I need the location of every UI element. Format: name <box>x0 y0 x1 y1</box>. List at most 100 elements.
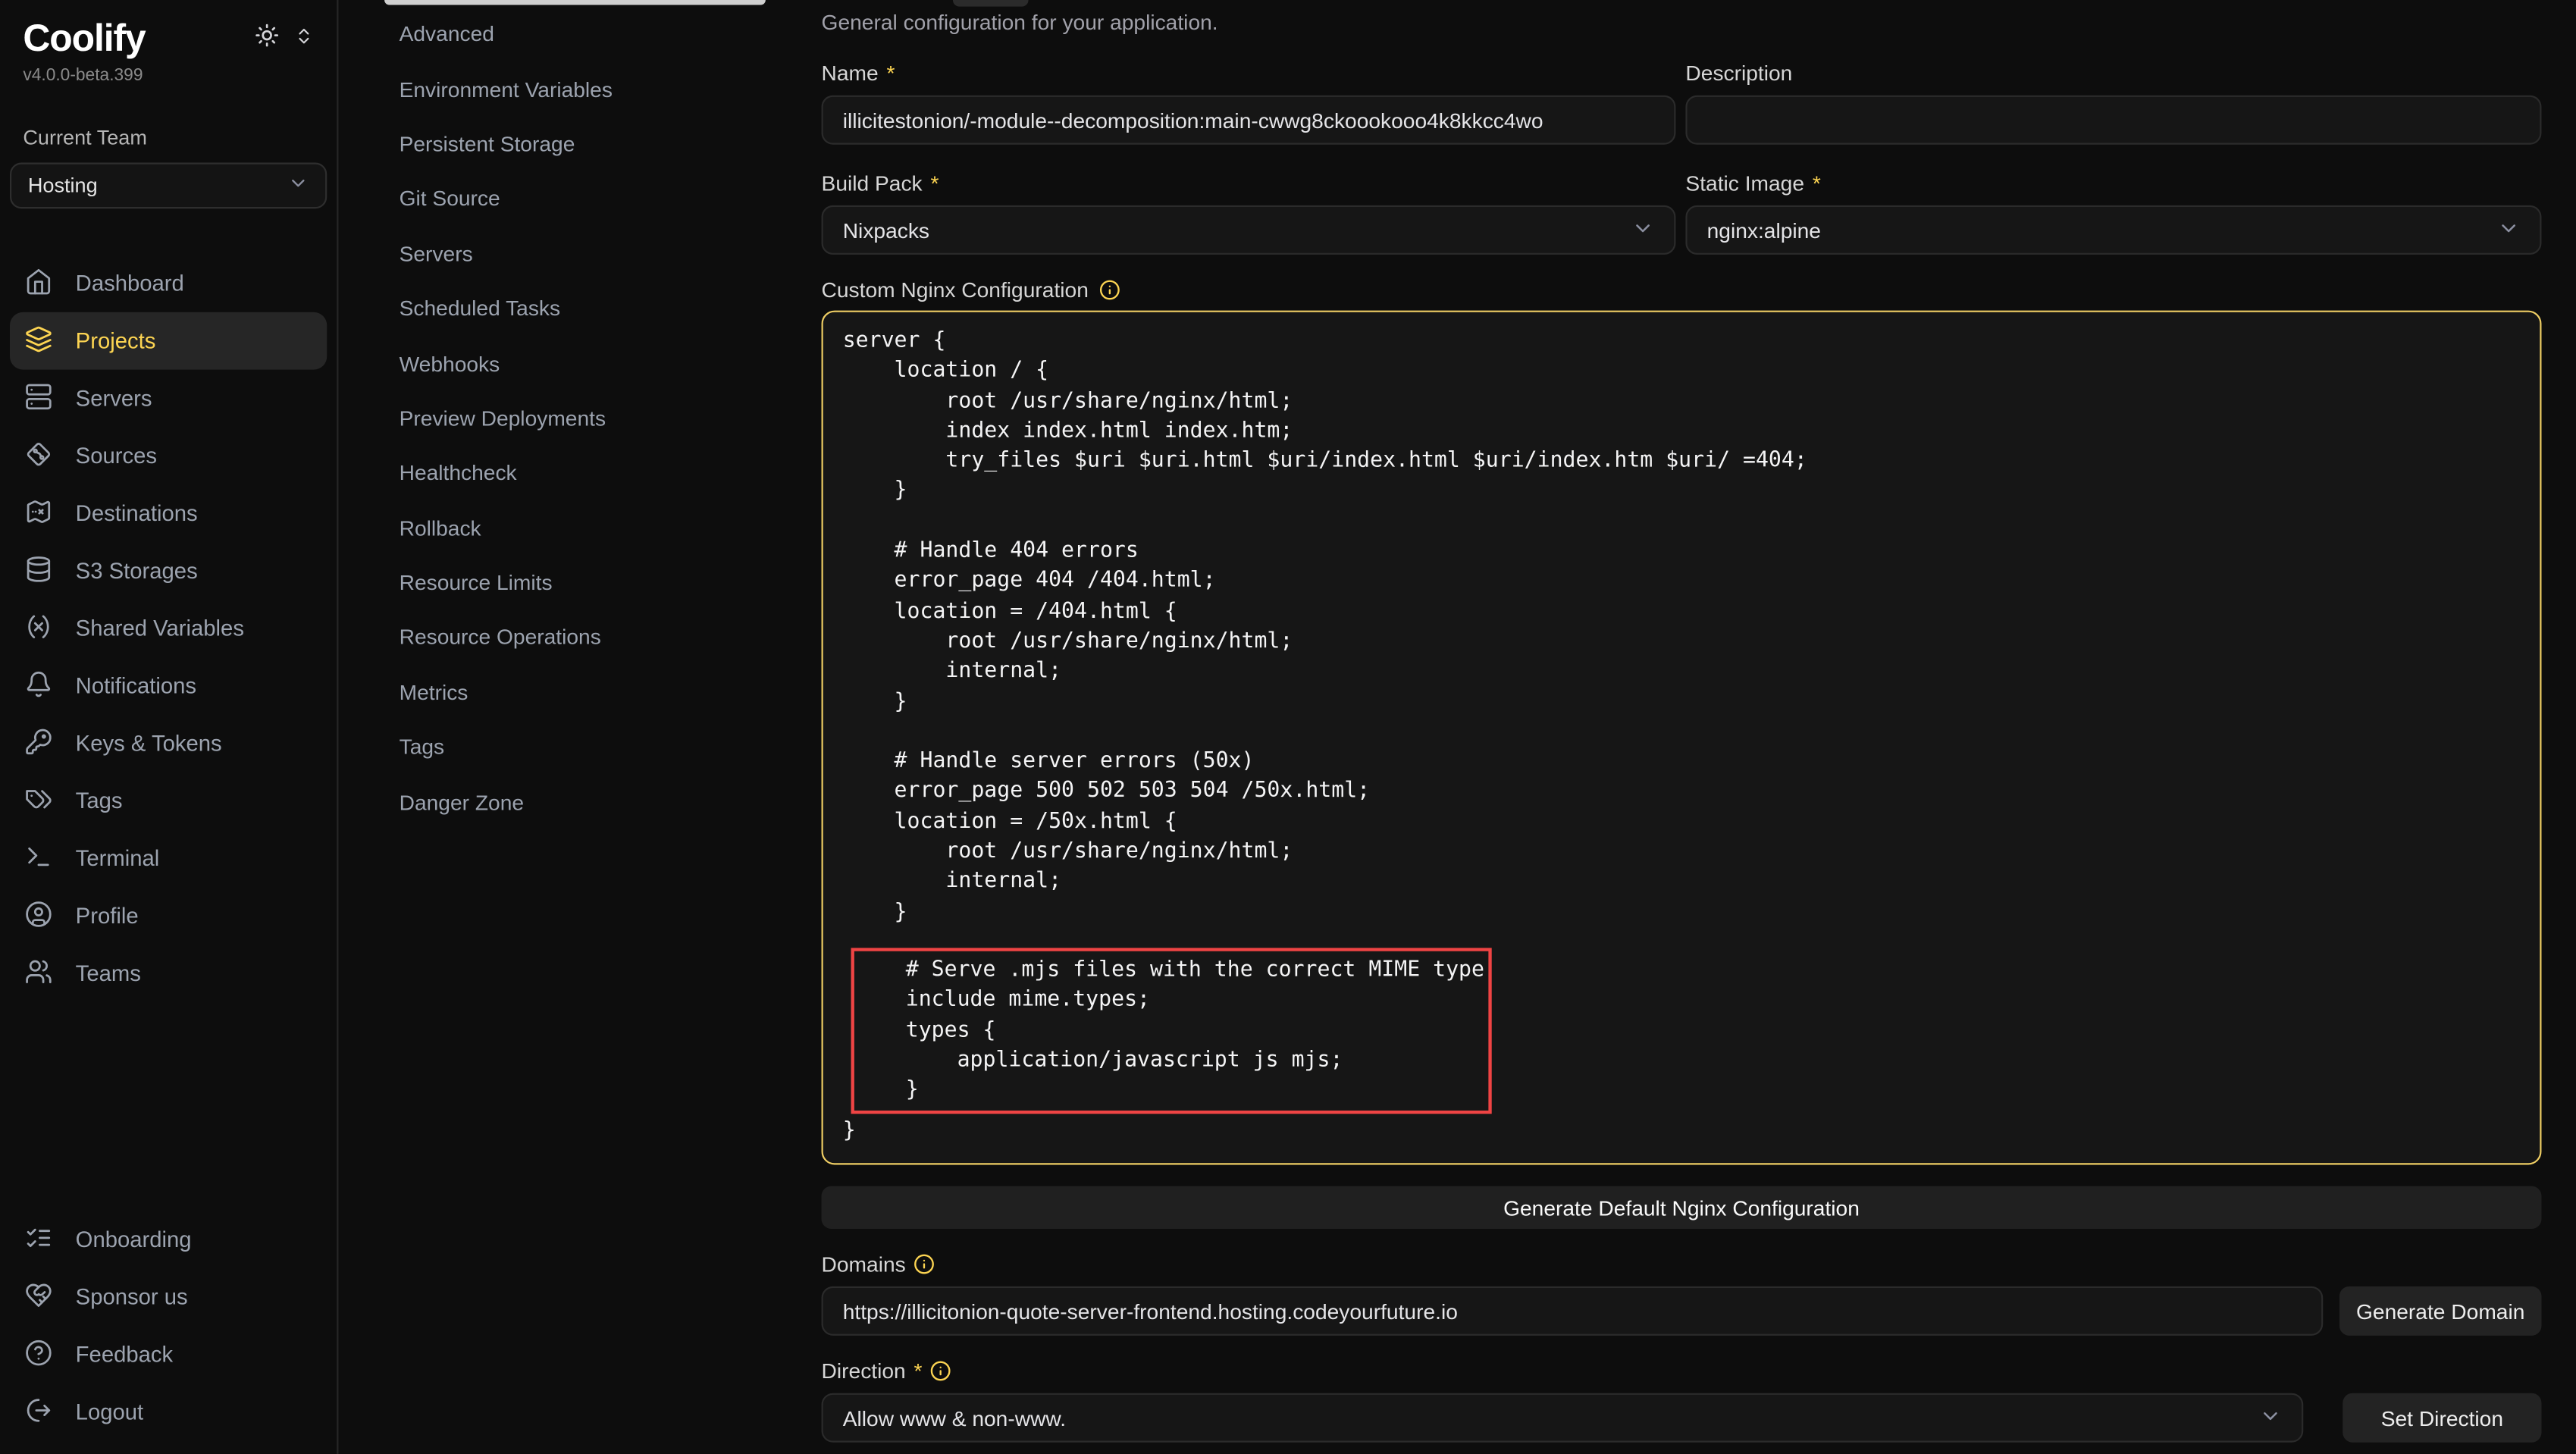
sidebar-item-servers[interactable]: Servers <box>10 370 327 428</box>
sidebar-item-feedback[interactable]: Feedback <box>10 1326 327 1383</box>
settings-item-scheduled-tasks[interactable]: Scheduled Tasks <box>400 280 766 335</box>
current-team-label: Current Team <box>0 127 337 149</box>
partial-selected-item <box>384 0 766 4</box>
settings-item-resource-limits[interactable]: Resource Limits <box>400 555 766 609</box>
direction-select[interactable]: Allow www & non-www. <box>822 1393 2304 1443</box>
chevron-down-icon <box>2259 1404 2282 1432</box>
sidebar-item-notifications[interactable]: Notifications <box>10 657 327 715</box>
generate-domain-button[interactable]: Generate Domain <box>2339 1286 2542 1336</box>
settings-item-rollback[interactable]: Rollback <box>400 500 766 555</box>
static-image-value: nginx:alpine <box>1707 218 1821 243</box>
sidebar-item-label: Tags <box>76 788 123 813</box>
layers-icon <box>25 324 53 357</box>
build-pack-value: Nixpacks <box>843 218 929 243</box>
sidebar-item-s3-storages[interactable]: S3 Storages <box>10 542 327 600</box>
sidebar-item-label: Sources <box>76 443 157 468</box>
server-icon <box>25 382 53 415</box>
users-icon <box>25 957 53 989</box>
checklist-icon <box>25 1223 53 1255</box>
user-circle-icon <box>25 899 53 932</box>
domains-input[interactable]: https://illicitonion-quote-server-fronte… <box>822 1286 2324 1336</box>
settings-item-servers[interactable]: Servers <box>400 226 766 280</box>
name-input-value: illicitestonion/-module--decomposition:m… <box>843 108 1543 133</box>
variable-icon <box>25 612 53 644</box>
info-icon[interactable] <box>930 1359 951 1380</box>
static-image-select[interactable]: nginx:alpine <box>1685 205 2541 255</box>
sidebar-item-label: Dashboard <box>76 271 184 296</box>
sidebar-item-label: Notifications <box>76 674 196 699</box>
nginx-code-before: server { location / { root /usr/share/ng… <box>843 328 1807 924</box>
heart-handshake-icon <box>25 1280 53 1313</box>
settings-item-metrics[interactable]: Metrics <box>400 665 766 719</box>
settings-sidebar: Advanced Environment Variables Persisten… <box>338 0 765 1454</box>
bell-icon <box>25 669 53 702</box>
sidebar-item-shared-variables[interactable]: Shared Variables <box>10 600 327 657</box>
nginx-config-label: Custom Nginx Configuration <box>822 276 2542 302</box>
sidebar-item-label: Logout <box>76 1399 143 1424</box>
sidebar-item-label: Keys & Tokens <box>76 731 222 756</box>
sidebar-item-dashboard[interactable]: Dashboard <box>10 255 327 312</box>
app-version: v4.0.0-beta.399 <box>0 66 337 86</box>
sidebar-item-label: Servers <box>76 386 152 411</box>
chevrons-up-down-icon[interactable] <box>294 24 314 53</box>
domains-label: Domains <box>822 1250 2542 1277</box>
home-icon <box>25 267 53 299</box>
settings-item-danger-zone[interactable]: Danger Zone <box>400 775 766 829</box>
info-icon[interactable] <box>1098 278 1120 299</box>
sidebar-item-destinations[interactable]: Destinations <box>10 484 327 542</box>
name-input[interactable]: illicitestonion/-module--decomposition:m… <box>822 96 1676 145</box>
settings-item-webhooks[interactable]: Webhooks <box>400 336 766 390</box>
build-pack-select[interactable]: Nixpacks <box>822 205 1676 255</box>
settings-item-healthcheck[interactable]: Healthcheck <box>400 446 766 500</box>
theme-sun-icon[interactable] <box>255 22 280 55</box>
info-icon[interactable] <box>914 1252 935 1274</box>
general-config-panel: General configuration for your applicati… <box>766 0 2576 1454</box>
settings-item-persistent-storage[interactable]: Persistent Storage <box>400 116 766 171</box>
domains-input-value: https://illicitonion-quote-server-fronte… <box>843 1299 1458 1324</box>
coolify-app: Coolify v4.0.0-beta.399 Current Team Hos… <box>0 0 2576 1454</box>
chevron-down-icon <box>2497 216 2520 244</box>
direction-value: Allow www & non-www. <box>843 1405 1066 1430</box>
sidebar-item-onboarding[interactable]: Onboarding <box>10 1211 327 1268</box>
sidebar-item-label: Sponsor us <box>76 1285 188 1310</box>
sidebar-nav: Dashboard Projects Servers Sources Desti… <box>0 255 337 1002</box>
sidebar-item-label: Onboarding <box>76 1227 192 1252</box>
settings-item-preview-deployments[interactable]: Preview Deployments <box>400 390 766 445</box>
map-icon <box>25 497 53 530</box>
logout-icon <box>25 1396 53 1428</box>
description-input[interactable] <box>1685 96 2541 145</box>
sidebar-item-profile[interactable]: Profile <box>10 887 327 945</box>
sidebar-item-tags[interactable]: Tags <box>10 772 327 830</box>
team-select-value: Hosting <box>28 174 98 197</box>
settings-item-git-source[interactable]: Git Source <box>400 171 766 226</box>
sidebar-item-label: Destinations <box>76 501 198 526</box>
settings-item-advanced[interactable]: Advanced <box>400 7 766 61</box>
settings-item-environment-variables[interactable]: Environment Variables <box>400 61 766 116</box>
sidebar-item-sources[interactable]: Sources <box>10 427 327 484</box>
sidebar-item-projects[interactable]: Projects <box>10 312 327 370</box>
generate-default-nginx-config-button[interactable]: Generate Default Nginx Configuration <box>822 1186 2542 1229</box>
partial-element-remnant <box>953 0 1029 7</box>
sidebar-item-terminal[interactable]: Terminal <box>10 829 327 887</box>
app-logo: Coolify <box>23 17 145 61</box>
sidebar-item-logout[interactable]: Logout <box>10 1383 327 1441</box>
git-icon <box>25 440 53 472</box>
name-label: Name* <box>822 59 1676 86</box>
nginx-code-after: } <box>843 1120 856 1145</box>
sidebar-item-sponsor-us[interactable]: Sponsor us <box>10 1268 327 1326</box>
build-pack-label: Build Pack* <box>822 169 1676 196</box>
team-select[interactable]: Hosting <box>10 163 327 209</box>
set-direction-button[interactable]: Set Direction <box>2343 1393 2541 1443</box>
settings-item-resource-operations[interactable]: Resource Operations <box>400 610 766 665</box>
help-circle-icon <box>25 1338 53 1371</box>
tags-icon <box>25 785 53 817</box>
main-sidebar: Coolify v4.0.0-beta.399 Current Team Hos… <box>0 0 338 1454</box>
nginx-config-editor[interactable]: server { location / { root /usr/share/ng… <box>822 311 2542 1165</box>
sidebar-item-teams[interactable]: Teams <box>10 945 327 1002</box>
key-icon <box>25 727 53 760</box>
direction-label: Direction* <box>822 1357 2542 1383</box>
settings-item-tags[interactable]: Tags <box>400 719 766 774</box>
chevron-down-icon <box>1631 216 1654 244</box>
chevron-down-icon <box>287 173 309 199</box>
sidebar-item-keys-tokens[interactable]: Keys & Tokens <box>10 715 327 772</box>
